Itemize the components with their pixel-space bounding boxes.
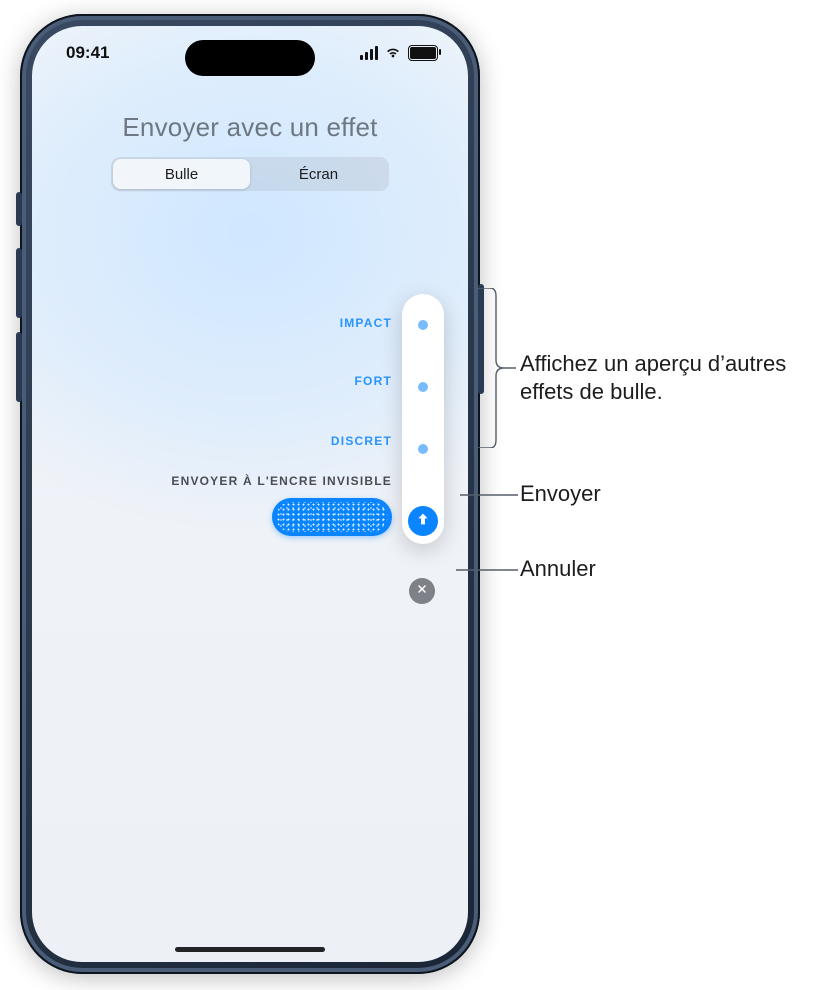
tab-screen[interactable]: Écran xyxy=(250,159,387,189)
cellular-icon xyxy=(360,46,378,60)
effect-option-impact: IMPACT xyxy=(340,316,392,330)
iphone-screen: 09:41 Envoyer avec un effet Bulle Écran xyxy=(32,26,468,962)
side-button[interactable] xyxy=(478,284,484,394)
status-time: 09:41 xyxy=(66,43,109,63)
effect-selected-label: ENVOYER À L'ENCRE INVISIBLE xyxy=(171,474,392,488)
callout-send: Envoyer xyxy=(520,480,601,508)
effect-option-loud: FORT xyxy=(355,374,392,388)
invisible-ink-effect xyxy=(276,502,388,532)
mute-switch[interactable] xyxy=(16,192,22,226)
wifi-icon xyxy=(384,42,402,65)
home-indicator[interactable] xyxy=(175,947,325,952)
figure-stage: 09:41 Envoyer avec un effet Bulle Écran xyxy=(0,0,830,990)
cancel-button[interactable] xyxy=(409,578,435,604)
page-title: Envoyer avec un effet xyxy=(32,112,468,143)
send-button[interactable] xyxy=(408,506,438,536)
volume-down-button[interactable] xyxy=(16,332,22,402)
arrow-up-icon xyxy=(415,511,431,532)
effect-dot-gentle[interactable] xyxy=(418,444,428,454)
status-bar: 09:41 xyxy=(32,26,468,80)
tab-bubble[interactable]: Bulle xyxy=(113,159,250,189)
effect-type-segmented[interactable]: Bulle Écran xyxy=(111,157,389,191)
battery-icon xyxy=(408,45,438,61)
volume-up-button[interactable] xyxy=(16,248,22,318)
iphone-frame: 09:41 Envoyer avec un effet Bulle Écran xyxy=(20,14,480,974)
effect-dot-loud[interactable] xyxy=(418,382,428,392)
close-icon xyxy=(416,582,428,600)
callout-preview: Affichez un aperçu d’autres effets de bu… xyxy=(520,350,820,405)
message-bubble-preview xyxy=(272,498,392,536)
effect-option-gentle: DISCRET xyxy=(331,434,392,448)
effect-dot-impact[interactable] xyxy=(418,320,428,330)
effect-picker[interactable] xyxy=(402,294,444,544)
callout-cancel: Annuler xyxy=(520,555,596,583)
effects-header: Envoyer avec un effet Bulle Écran xyxy=(32,112,468,191)
